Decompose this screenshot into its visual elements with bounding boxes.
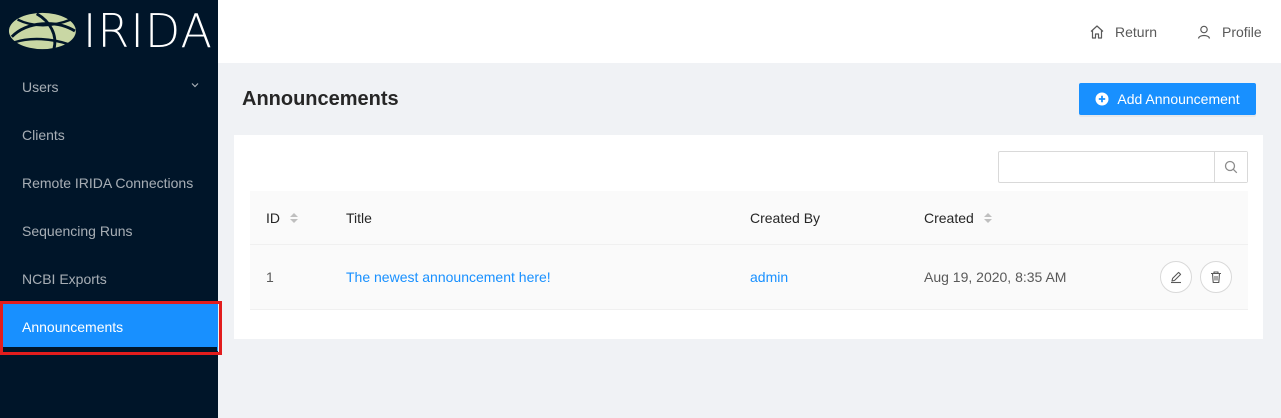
sidebar-item-clients[interactable]: Clients	[0, 111, 218, 159]
cell-created-by: admin	[750, 245, 788, 309]
edit-icon	[1171, 271, 1182, 284]
column-header-label: ID	[266, 210, 280, 226]
search-input[interactable]	[999, 152, 1214, 182]
sidebar: IRIDA Users Clients Remote IRIDA Connect…	[0, 0, 218, 418]
column-header-label: Created	[924, 210, 974, 226]
logo-text: IRIDA	[82, 4, 213, 58]
profile-label: Profile	[1222, 23, 1262, 40]
created-by-link[interactable]: admin	[750, 269, 788, 285]
top-header: Return Profile	[218, 0, 1281, 63]
home-icon	[1090, 24, 1104, 39]
search-button[interactable]	[1214, 152, 1247, 182]
sidebar-item-label: Users	[22, 79, 59, 95]
column-header-id[interactable]: ID	[266, 191, 298, 245]
sort-icon[interactable]	[290, 213, 298, 223]
admin-menu: Users Clients Remote IRIDA Connections S…	[0, 63, 218, 351]
sidebar-item-users[interactable]: Users	[0, 63, 218, 111]
chevron-down-icon	[191, 83, 199, 88]
return-label: Return	[1115, 23, 1158, 40]
sidebar-item-announcements[interactable]: Announcements	[0, 303, 218, 351]
user-icon	[1197, 25, 1211, 39]
table-header: ID Title Created By Created	[250, 191, 1248, 245]
row-actions	[1160, 261, 1232, 293]
profile-link[interactable]: Profile	[1196, 0, 1262, 63]
sidebar-item-label: Remote IRIDA Connections	[22, 175, 194, 191]
announcement-title-link[interactable]: The newest announcement here!	[346, 269, 551, 285]
column-header-created-by: Created By	[750, 191, 820, 245]
cell-id: 1	[266, 269, 274, 285]
sidebar-item-label: Sequencing Runs	[22, 223, 133, 239]
delete-icon	[1211, 271, 1221, 284]
sidebar-item-remote-connections[interactable]: Remote IRIDA Connections	[0, 159, 218, 207]
cell-created: Aug 19, 2020, 8:35 AM	[924, 269, 1067, 285]
page-title: Announcements	[242, 88, 399, 110]
sidebar-item-label: Clients	[22, 127, 65, 143]
search-box	[998, 151, 1248, 183]
delete-button[interactable]	[1200, 261, 1232, 293]
cell-title: The newest announcement here!	[346, 245, 551, 309]
plus-circle-icon	[1095, 92, 1109, 106]
announcements-table: ID Title Created By Created 1 The newest…	[250, 191, 1248, 310]
add-announcement-button[interactable]: Add Announcement	[1079, 83, 1256, 115]
sidebar-item-sequencing-runs[interactable]: Sequencing Runs	[0, 207, 218, 255]
column-header-created[interactable]: Created	[924, 191, 992, 245]
edit-button[interactable]	[1160, 261, 1192, 293]
sidebar-item-ncbi-exports[interactable]: NCBI Exports	[0, 255, 218, 303]
irida-logo[interactable]: IRIDA	[8, 6, 213, 56]
column-header-title: Title	[346, 191, 372, 245]
search-icon	[1224, 160, 1238, 174]
sidebar-item-label: Announcements	[22, 319, 124, 335]
sort-icon[interactable]	[983, 213, 992, 223]
table-row: 1 The newest announcement here! admin Au…	[250, 245, 1248, 310]
active-item-underline	[3, 347, 217, 351]
globe-logo-icon	[8, 12, 76, 50]
sidebar-item-label: NCBI Exports	[22, 271, 107, 287]
column-header-label: Created By	[750, 210, 821, 226]
return-link[interactable]: Return	[1089, 0, 1157, 63]
column-header-label: Title	[346, 210, 372, 226]
add-announcement-label: Add Announcement	[1117, 91, 1240, 107]
announcements-card: ID Title Created By Created 1 The newest…	[234, 135, 1263, 339]
